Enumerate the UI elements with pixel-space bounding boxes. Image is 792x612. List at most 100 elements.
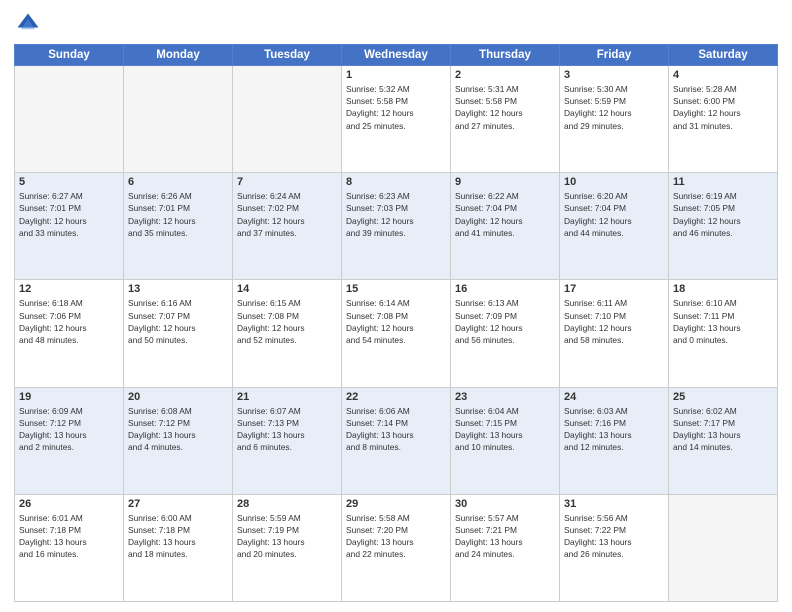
calendar-cell: 20 Sunrise: 6:08 AM Sunset: 7:12 PM Dayli…	[124, 387, 233, 494]
calendar-cell: 19 Sunrise: 6:09 AM Sunset: 7:12 PM Dayli…	[15, 387, 124, 494]
weekday-header-monday: Monday	[124, 45, 233, 66]
calendar-cell: 7Sunrise: 6:24 AM Sunset: 7:02 PM Daylig…	[233, 173, 342, 280]
day-info: Sunrise: 6:27 AM Sunset: 7:01 PM Dayligh…	[19, 190, 119, 239]
day-info: Sunrise: 5:31 AM Sunset: 5:58 PM Dayligh…	[455, 83, 555, 132]
calendar-cell: 24 Sunrise: 6:03 AM Sunset: 7:16 PM Dayli…	[560, 387, 669, 494]
day-info: Sunrise: 5:57 AM Sunset: 7:21 PM Dayligh…	[455, 512, 555, 561]
day-info: Sunrise: 6:03 AM Sunset: 7:16 PM Dayligh…	[564, 405, 664, 454]
calendar-cell: 4 Sunrise: 5:28 AM Sunset: 6:00 PM Daylig…	[669, 66, 778, 173]
day-info: Sunrise: 6:01 AM Sunset: 7:18 PM Dayligh…	[19, 512, 119, 561]
calendar-cell: 22Sunrise: 6:06 AM Sunset: 7:14 PM Dayli…	[342, 387, 451, 494]
calendar-cell: 31 Sunrise: 5:56 AM Sunset: 7:22 PM Dayli…	[560, 494, 669, 601]
calendar-cell: 18 Sunrise: 6:10 AM Sunset: 7:11 PM Dayli…	[669, 280, 778, 387]
calendar-cell: 28 Sunrise: 5:59 AM Sunset: 7:19 PM Dayli…	[233, 494, 342, 601]
calendar-cell: 29 Sunrise: 5:58 AM Sunset: 7:20 PM Dayli…	[342, 494, 451, 601]
day-number: 10	[564, 176, 664, 188]
page: SundayMondayTuesdayWednesdayThursdayFrid…	[0, 0, 792, 612]
calendar-cell	[669, 494, 778, 601]
weekday-header-wednesday: Wednesday	[342, 45, 451, 66]
day-info: Sunrise: 6:20 AM Sunset: 7:04 PM Dayligh…	[564, 190, 664, 239]
calendar-cell: 26 Sunrise: 6:01 AM Sunset: 7:18 PM Dayli…	[15, 494, 124, 601]
day-info: Sunrise: 6:08 AM Sunset: 7:12 PM Dayligh…	[128, 405, 228, 454]
day-number: 13	[128, 283, 228, 295]
calendar-cell: 13 Sunrise: 6:16 AM Sunset: 7:07 PM Dayli…	[124, 280, 233, 387]
week-row-1: 1 Sunrise: 5:32 AM Sunset: 5:58 PM Daylig…	[15, 66, 778, 173]
weekday-header-saturday: Saturday	[669, 45, 778, 66]
week-row-5: 26 Sunrise: 6:01 AM Sunset: 7:18 PM Dayli…	[15, 494, 778, 601]
day-info: Sunrise: 6:10 AM Sunset: 7:11 PM Dayligh…	[673, 297, 773, 346]
day-number: 1	[346, 69, 446, 81]
day-info: Sunrise: 5:56 AM Sunset: 7:22 PM Dayligh…	[564, 512, 664, 561]
day-number: 21	[237, 391, 337, 403]
day-number: 24	[564, 391, 664, 403]
calendar-cell: 16 Sunrise: 6:13 AM Sunset: 7:09 PM Dayli…	[451, 280, 560, 387]
calendar-cell: 3 Sunrise: 5:30 AM Sunset: 5:59 PM Daylig…	[560, 66, 669, 173]
day-info: Sunrise: 6:04 AM Sunset: 7:15 PM Dayligh…	[455, 405, 555, 454]
day-info: Sunrise: 6:14 AM Sunset: 7:08 PM Dayligh…	[346, 297, 446, 346]
day-info: Sunrise: 5:59 AM Sunset: 7:19 PM Dayligh…	[237, 512, 337, 561]
calendar-cell: 21 Sunrise: 6:07 AM Sunset: 7:13 PM Dayli…	[233, 387, 342, 494]
day-number: 11	[673, 176, 773, 188]
day-number: 29	[346, 498, 446, 510]
day-number: 31	[564, 498, 664, 510]
day-number: 26	[19, 498, 119, 510]
day-info: Sunrise: 6:13 AM Sunset: 7:09 PM Dayligh…	[455, 297, 555, 346]
day-number: 2	[455, 69, 555, 81]
day-info: Sunrise: 5:32 AM Sunset: 5:58 PM Dayligh…	[346, 83, 446, 132]
day-number: 30	[455, 498, 555, 510]
header	[14, 10, 778, 38]
calendar-cell: 2 Sunrise: 5:31 AM Sunset: 5:58 PM Daylig…	[451, 66, 560, 173]
day-info: Sunrise: 6:18 AM Sunset: 7:06 PM Dayligh…	[19, 297, 119, 346]
calendar-cell: 1 Sunrise: 5:32 AM Sunset: 5:58 PM Daylig…	[342, 66, 451, 173]
day-number: 20	[128, 391, 228, 403]
day-info: Sunrise: 6:22 AM Sunset: 7:04 PM Dayligh…	[455, 190, 555, 239]
day-info: Sunrise: 5:58 AM Sunset: 7:20 PM Dayligh…	[346, 512, 446, 561]
calendar-cell	[15, 66, 124, 173]
day-info: Sunrise: 6:16 AM Sunset: 7:07 PM Dayligh…	[128, 297, 228, 346]
logo	[14, 10, 46, 38]
calendar-cell: 9Sunrise: 6:22 AM Sunset: 7:04 PM Daylig…	[451, 173, 560, 280]
day-info: Sunrise: 6:26 AM Sunset: 7:01 PM Dayligh…	[128, 190, 228, 239]
day-number: 6	[128, 176, 228, 188]
weekday-header-tuesday: Tuesday	[233, 45, 342, 66]
day-info: Sunrise: 6:11 AM Sunset: 7:10 PM Dayligh…	[564, 297, 664, 346]
calendar-cell: 6 Sunrise: 6:26 AM Sunset: 7:01 PM Daylig…	[124, 173, 233, 280]
day-info: Sunrise: 6:24 AM Sunset: 7:02 PM Dayligh…	[237, 190, 337, 239]
day-info: Sunrise: 6:07 AM Sunset: 7:13 PM Dayligh…	[237, 405, 337, 454]
calendar-cell: 12Sunrise: 6:18 AM Sunset: 7:06 PM Dayli…	[15, 280, 124, 387]
week-row-3: 12Sunrise: 6:18 AM Sunset: 7:06 PM Dayli…	[15, 280, 778, 387]
day-info: Sunrise: 6:02 AM Sunset: 7:17 PM Dayligh…	[673, 405, 773, 454]
day-number: 4	[673, 69, 773, 81]
day-number: 28	[237, 498, 337, 510]
day-info: Sunrise: 5:28 AM Sunset: 6:00 PM Dayligh…	[673, 83, 773, 132]
calendar-cell	[233, 66, 342, 173]
day-info: Sunrise: 6:09 AM Sunset: 7:12 PM Dayligh…	[19, 405, 119, 454]
day-info: Sunrise: 6:19 AM Sunset: 7:05 PM Dayligh…	[673, 190, 773, 239]
calendar-cell: 10 Sunrise: 6:20 AM Sunset: 7:04 PM Dayli…	[560, 173, 669, 280]
weekday-header-friday: Friday	[560, 45, 669, 66]
calendar-cell: 15 Sunrise: 6:14 AM Sunset: 7:08 PM Dayli…	[342, 280, 451, 387]
day-number: 15	[346, 283, 446, 295]
weekday-header-sunday: Sunday	[15, 45, 124, 66]
day-number: 27	[128, 498, 228, 510]
day-info: Sunrise: 6:23 AM Sunset: 7:03 PM Dayligh…	[346, 190, 446, 239]
calendar-cell: 30 Sunrise: 5:57 AM Sunset: 7:21 PM Dayli…	[451, 494, 560, 601]
day-info: Sunrise: 6:15 AM Sunset: 7:08 PM Dayligh…	[237, 297, 337, 346]
calendar-cell: 17Sunrise: 6:11 AM Sunset: 7:10 PM Dayli…	[560, 280, 669, 387]
day-number: 5	[19, 176, 119, 188]
calendar-cell	[124, 66, 233, 173]
week-row-2: 5 Sunrise: 6:27 AM Sunset: 7:01 PM Daylig…	[15, 173, 778, 280]
calendar-cell: 25 Sunrise: 6:02 AM Sunset: 7:17 PM Dayli…	[669, 387, 778, 494]
day-number: 25	[673, 391, 773, 403]
day-number: 14	[237, 283, 337, 295]
day-number: 16	[455, 283, 555, 295]
day-number: 18	[673, 283, 773, 295]
day-info: Sunrise: 5:30 AM Sunset: 5:59 PM Dayligh…	[564, 83, 664, 132]
day-number: 3	[564, 69, 664, 81]
calendar: SundayMondayTuesdayWednesdayThursdayFrid…	[14, 44, 778, 602]
day-number: 19	[19, 391, 119, 403]
logo-icon	[14, 10, 42, 38]
day-number: 23	[455, 391, 555, 403]
day-number: 22	[346, 391, 446, 403]
week-row-4: 19 Sunrise: 6:09 AM Sunset: 7:12 PM Dayli…	[15, 387, 778, 494]
